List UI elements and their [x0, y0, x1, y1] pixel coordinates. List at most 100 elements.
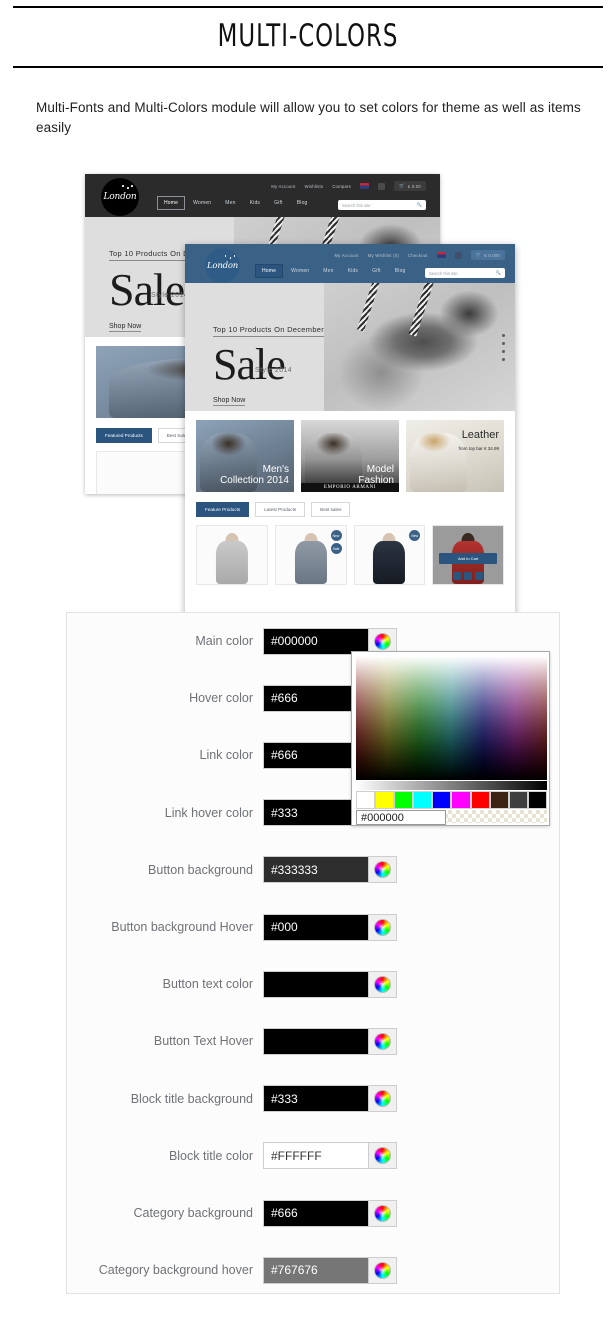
- color-wheel-icon: [374, 918, 391, 936]
- nav-gift[interactable]: Gift: [366, 265, 387, 277]
- color-swatch[interactable]: [489, 791, 509, 809]
- product-card[interactable]: [196, 525, 268, 585]
- mockup-blue-search[interactable]: Search this site 🔍: [425, 268, 505, 278]
- flag-icon[interactable]: [360, 183, 370, 189]
- product-card-hover[interactable]: Add to Cart: [432, 525, 504, 585]
- grayscale-strip[interactable]: [356, 781, 547, 790]
- color-swatch[interactable]: [432, 791, 452, 809]
- color-wheel-button[interactable]: [368, 1199, 397, 1227]
- add-to-cart-button[interactable]: Add to Cart: [438, 552, 498, 564]
- nav-kids[interactable]: Kids: [342, 265, 365, 277]
- color-field-row: Hover color #666: [67, 684, 397, 712]
- currency-icon[interactable]: [378, 182, 386, 190]
- cart-icon: 🛒: [475, 252, 482, 257]
- tab-featured-products[interactable]: Featured Products: [96, 428, 152, 443]
- color-wheel-button[interactable]: [368, 1027, 397, 1055]
- badge-new: New: [330, 530, 342, 541]
- swatch-row[interactable]: [356, 791, 547, 809]
- mockup-dark-logo: London: [101, 178, 139, 216]
- badge-new: New: [409, 530, 421, 541]
- sparkle-icon: [120, 185, 134, 192]
- color-field-row: Button text color: [67, 970, 397, 998]
- nav-home[interactable]: Home: [255, 264, 284, 278]
- color-value-input[interactable]: #767676: [263, 1256, 368, 1284]
- mockup-blue-tabs[interactable]: Feature Products Latest Products Best sa…: [185, 492, 515, 517]
- color-field-row: Link hover color #333: [67, 799, 397, 827]
- color-value-input[interactable]: #333: [263, 1085, 368, 1113]
- color-swatch[interactable]: [527, 791, 547, 809]
- color-value-input[interactable]: [263, 1027, 368, 1055]
- color-wheel-button[interactable]: [368, 1085, 397, 1113]
- tab-feature-products[interactable]: Feature Products: [196, 502, 250, 517]
- color-picker-popup[interactable]: #000000: [351, 651, 550, 826]
- logo-label: London: [206, 260, 239, 271]
- mockup-blue-toplinks[interactable]: My Account My Wishlist (0) Checkout 🛒 € …: [335, 250, 505, 260]
- color-swatch[interactable]: [375, 791, 395, 809]
- nav-gift[interactable]: Gift: [268, 197, 289, 209]
- color-swatch[interactable]: [470, 791, 490, 809]
- cart-button[interactable]: 🛒 £ 0.00: [394, 181, 426, 191]
- banner-mens-collection[interactable]: Men's Collection 2014: [196, 420, 294, 492]
- color-wheel-icon: [374, 975, 391, 993]
- color-value-input[interactable]: #333333: [263, 856, 368, 884]
- product-card[interactable]: New: [353, 525, 426, 585]
- color-swatch[interactable]: [451, 791, 471, 809]
- search-icon[interactable]: 🔍: [496, 270, 501, 276]
- nav-women[interactable]: Women: [285, 265, 315, 277]
- banner-subtext: from top bar € 34.99: [458, 446, 499, 451]
- product-card[interactable]: New Sale: [274, 525, 347, 585]
- hero-cta[interactable]: Shop Now: [213, 397, 246, 406]
- mockup-dark-search[interactable]: Search this site 🔍: [338, 200, 426, 210]
- hex-input[interactable]: #000000: [356, 810, 446, 825]
- nav-men[interactable]: Men: [219, 197, 241, 209]
- tab-latest-products[interactable]: Latest Products: [255, 502, 306, 517]
- toplink-wishlists[interactable]: Wishlists: [304, 184, 323, 189]
- nav-women[interactable]: Women: [187, 197, 217, 209]
- hero-cta[interactable]: Shop Now: [109, 323, 142, 332]
- saturation-value-area[interactable]: [356, 656, 547, 780]
- mockup-dark-toplinks[interactable]: My Account Wishlists Compare 🛒 £ 0.00: [271, 181, 426, 191]
- color-wheel-button[interactable]: [368, 1256, 397, 1284]
- toplink-my-wishlist[interactable]: My Wishlist (0): [368, 253, 399, 258]
- mockup-blue-nav[interactable]: Home Women Men Kids Gift Blog: [255, 264, 412, 278]
- color-field-label: Category background hover: [98, 1263, 253, 1278]
- color-swatch[interactable]: [394, 791, 414, 809]
- color-value-input[interactable]: #666: [263, 1199, 368, 1227]
- color-swatch[interactable]: [508, 791, 528, 809]
- search-icon[interactable]: 🔍: [417, 202, 422, 208]
- cart-total: £ 0.00: [407, 183, 421, 189]
- color-field-row: Button Text Hover: [67, 1027, 397, 1055]
- mockup-dark-header: London My Account Wishlists Compare 🛒 £ …: [85, 174, 440, 217]
- nav-blog[interactable]: Blog: [291, 197, 314, 209]
- banner-leather[interactable]: Leather from top bar € 34.99: [406, 420, 504, 492]
- color-swatch[interactable]: [413, 791, 433, 809]
- hero-style-label: Style 2014: [151, 292, 189, 299]
- nav-blog[interactable]: Blog: [389, 265, 412, 277]
- nav-home[interactable]: Home: [157, 196, 186, 210]
- product-quick-actions[interactable]: [446, 572, 491, 580]
- hero-carousel-dots[interactable]: [502, 334, 505, 362]
- mockup-dark-nav[interactable]: Home Women Men Kids Gift Blog: [157, 196, 314, 210]
- banner-model-fashion[interactable]: Model Fashion EMPORIO ARMANI: [301, 420, 399, 492]
- nav-men[interactable]: Men: [317, 265, 339, 277]
- color-value-input[interactable]: #FFFFFF: [263, 1142, 368, 1170]
- toplink-checkout[interactable]: Checkout: [408, 253, 428, 258]
- toplink-compare[interactable]: Compare: [332, 184, 351, 189]
- color-value-input[interactable]: #000: [263, 913, 368, 941]
- color-wheel-button[interactable]: [368, 856, 397, 884]
- color-wheel-button[interactable]: [368, 970, 397, 998]
- nav-kids[interactable]: Kids: [244, 197, 267, 209]
- color-wheel-button[interactable]: [368, 1142, 397, 1170]
- toplink-my-account[interactable]: My Account: [335, 253, 359, 258]
- toplink-my-account[interactable]: My Account: [271, 184, 295, 189]
- color-value-input[interactable]: [263, 970, 368, 998]
- mockup-blue-products: New Sale New Add to Cart: [185, 517, 515, 585]
- transparency-checkerboard: #000000: [356, 810, 547, 825]
- currency-icon[interactable]: [454, 251, 462, 259]
- color-wheel-button[interactable]: [368, 913, 397, 941]
- color-field-row: Block title color #FFFFFF: [67, 1142, 397, 1170]
- color-swatch[interactable]: [356, 791, 376, 809]
- tab-best-sales[interactable]: Best sales: [311, 502, 351, 517]
- flag-icon[interactable]: [436, 252, 446, 258]
- cart-button[interactable]: 🛒 € 0.000: [470, 250, 505, 260]
